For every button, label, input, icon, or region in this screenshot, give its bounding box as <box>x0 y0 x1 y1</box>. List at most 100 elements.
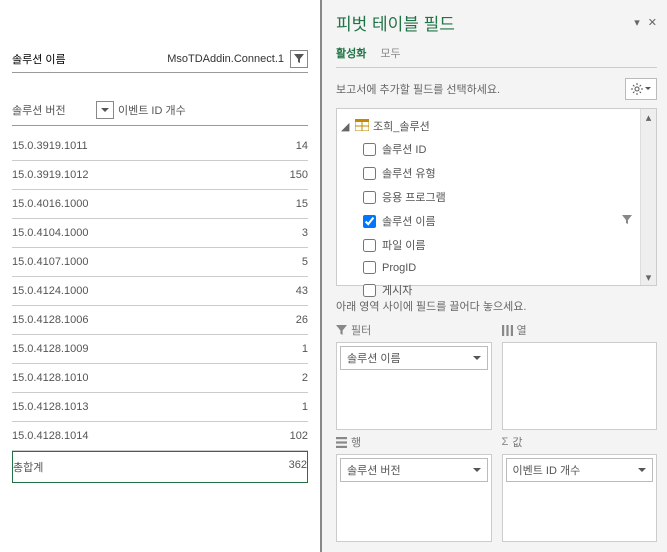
field-item[interactable]: 파일 이름 <box>341 233 636 257</box>
total-value: 362 <box>237 459 307 475</box>
total-label: 총합계 <box>13 459 237 475</box>
cell-version: 15.0.4128.1013 <box>12 401 238 413</box>
field-item[interactable]: 솔루션 ID <box>341 137 636 161</box>
prompt-row: 보고서에 추가할 필드를 선택하세요. <box>336 78 657 100</box>
cell-count: 15 <box>238 198 308 210</box>
row-area-item[interactable]: 솔루션 버전 <box>340 458 488 482</box>
field-list-pane: 피벗 테이블 필드 ▾ ✕ 활성화 모두 보고서에 추가할 필드를 선택하세요.… <box>322 0 667 552</box>
pane-options-icon[interactable]: ▾ <box>634 16 640 29</box>
field-label: 솔루션 유형 <box>382 165 436 181</box>
field-checkbox[interactable] <box>363 239 376 252</box>
value-area-item[interactable]: 이벤트 ID 개수 <box>506 458 654 482</box>
tree-root-label: 조희_솔루션 <box>373 118 430 134</box>
field-checkbox[interactable] <box>363 261 376 274</box>
cell-version: 15.0.3919.1011 <box>12 140 238 152</box>
filter-icon[interactable] <box>622 215 632 228</box>
cell-count: 43 <box>238 285 308 297</box>
cell-version: 15.0.4128.1014 <box>12 430 238 442</box>
table-row[interactable]: 15.0.4128.1014102 <box>12 422 308 451</box>
drop-prompt: 아래 영역 사이에 필드를 끌어다 놓으세요. <box>336 298 657 314</box>
cell-count: 26 <box>238 314 308 326</box>
header-version: 솔루션 버전 <box>12 102 92 118</box>
field-checkbox[interactable] <box>363 215 376 228</box>
table-row[interactable]: 15.0.4016.100015 <box>12 190 308 219</box>
table-row[interactable]: 15.0.4128.10091 <box>12 335 308 364</box>
cell-count: 102 <box>238 430 308 442</box>
field-checkbox[interactable] <box>363 167 376 180</box>
table-row[interactable]: 15.0.4128.100626 <box>12 306 308 335</box>
field-scrollbar[interactable]: ▴ ▾ <box>640 109 656 285</box>
field-item[interactable]: 응용 프로그램 <box>341 185 636 209</box>
filter-area-box[interactable]: 솔루션 이름 <box>336 342 492 430</box>
field-checkbox[interactable] <box>363 284 376 297</box>
pane-controls: ▾ ✕ <box>634 16 657 29</box>
cell-count: 150 <box>238 169 308 181</box>
field-tabs: 활성화 모두 <box>336 45 657 68</box>
solution-name-value: MsoTDAddin.Connect.1 <box>66 53 288 65</box>
table-row[interactable]: 15.0.3919.1012150 <box>12 161 308 190</box>
cell-count: 5 <box>238 256 308 268</box>
table-row[interactable]: 15.0.3919.101114 <box>12 132 308 161</box>
pivot-table-area: 솔루션 이름 MsoTDAddin.Connect.1 솔루션 버전 이벤트 I… <box>0 0 320 552</box>
column-area-label: 열 <box>502 322 658 338</box>
drop-areas: 필터 열 솔루션 이름 행 Σ 값 솔루션 버전 <box>336 322 657 542</box>
field-checkbox[interactable] <box>363 143 376 156</box>
cell-count: 1 <box>238 401 308 413</box>
cell-count: 2 <box>238 372 308 384</box>
cell-version: 15.0.4128.1006 <box>12 314 238 326</box>
scroll-down-icon[interactable]: ▾ <box>641 269 656 285</box>
row-area-label: 행 <box>336 434 492 450</box>
table-row[interactable]: 15.0.4128.10102 <box>12 364 308 393</box>
cell-count: 14 <box>238 140 308 152</box>
cell-version: 15.0.4128.1009 <box>12 343 238 355</box>
cell-version: 15.0.4104.1000 <box>12 227 238 239</box>
field-item[interactable]: 솔루션 유형 <box>341 161 636 185</box>
table-total-row[interactable]: 총합계362 <box>12 451 308 483</box>
table-row[interactable]: 15.0.4128.10131 <box>12 393 308 422</box>
table-icon <box>355 119 369 134</box>
field-list-box: ◢ 조희_솔루션 솔루션 ID 솔루션 유형응용 프로그램솔루션 이름파일 이름 P… <box>336 108 657 286</box>
tab-all[interactable]: 모두 <box>380 45 400 61</box>
value-area-label: Σ 값 <box>502 434 658 450</box>
field-label: 솔루션 이름 <box>382 213 436 229</box>
tree-root[interactable]: ◢ 조희_솔루션 <box>341 115 636 137</box>
tab-active[interactable]: 활성화 <box>336 45 366 61</box>
table-row[interactable]: 15.0.4107.10005 <box>12 248 308 277</box>
tools-button[interactable] <box>625 78 657 100</box>
table-row[interactable]: 15.0.4124.100043 <box>12 277 308 306</box>
filter-area-item[interactable]: 솔루션 이름 <box>340 346 488 370</box>
table-body: 15.0.3919.10111415.0.3919.101215015.0.40… <box>12 132 308 483</box>
cell-version: 15.0.4128.1010 <box>12 372 238 384</box>
solution-name-label: 솔루션 이름 <box>12 51 66 67</box>
solution-name-filter-row: 솔루션 이름 MsoTDAddin.Connect.1 <box>12 50 308 73</box>
field-checkbox[interactable] <box>363 191 376 204</box>
table-header: 솔루션 버전 이벤트 ID 개수 <box>12 101 308 126</box>
header-count: 이벤트 ID 개수 <box>118 102 186 118</box>
close-icon[interactable]: ✕ <box>648 16 657 29</box>
field-item[interactable]: ProgID <box>341 257 636 278</box>
cell-version: 15.0.4107.1000 <box>12 256 238 268</box>
table-row[interactable]: 15.0.4104.10003 <box>12 219 308 248</box>
field-label: ProgID <box>382 262 416 274</box>
cell-version: 15.0.4124.1000 <box>12 285 238 297</box>
filter-dropdown-icon[interactable] <box>290 50 308 68</box>
row-area-box[interactable]: 솔루션 버전 <box>336 454 492 542</box>
cell-version: 15.0.4016.1000 <box>12 198 238 210</box>
tree-collapse-icon[interactable]: ◢ <box>341 120 351 133</box>
field-label: 파일 이름 <box>382 237 426 253</box>
scroll-up-icon[interactable]: ▴ <box>641 109 656 125</box>
field-item[interactable]: 솔루션 이름 <box>341 209 636 233</box>
pane-title: 피벗 테이블 필드 <box>336 10 455 35</box>
field-list-content: ◢ 조희_솔루션 솔루션 ID 솔루션 유형응용 프로그램솔루션 이름파일 이름 P… <box>337 109 640 285</box>
prompt-text: 보고서에 추가할 필드를 선택하세요. <box>336 81 500 97</box>
filter-area-label: 필터 <box>336 322 492 338</box>
cell-version: 15.0.3919.1012 <box>12 169 238 181</box>
pane-title-row: 피벗 테이블 필드 ▾ ✕ <box>336 10 657 35</box>
field-label: 솔루션 ID <box>382 141 426 157</box>
column-area-box[interactable] <box>502 342 658 430</box>
version-dropdown-icon[interactable] <box>96 101 114 119</box>
cell-count: 1 <box>238 343 308 355</box>
cell-count: 3 <box>238 227 308 239</box>
field-label: 응용 프로그램 <box>382 189 446 205</box>
value-area-box[interactable]: 이벤트 ID 개수 <box>502 454 658 542</box>
